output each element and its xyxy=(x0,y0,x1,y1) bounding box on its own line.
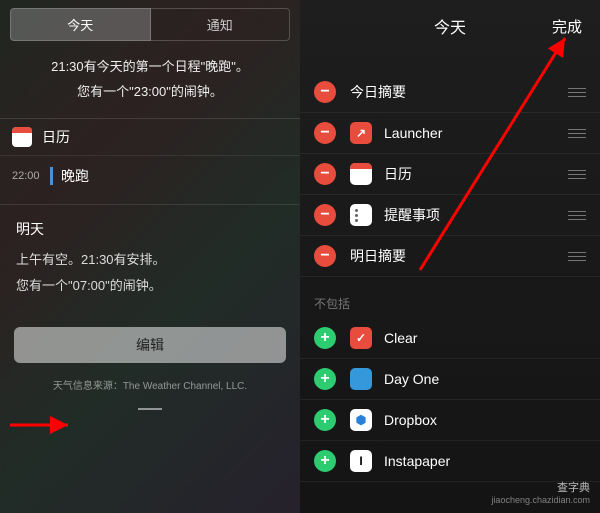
grab-handle[interactable] xyxy=(0,396,300,418)
widget-row: − 日历 xyxy=(300,154,600,195)
drag-handle-icon[interactable] xyxy=(566,170,586,179)
excluded-widgets-list: + ✓ Clear + Day One + ⬢ Dropbox + I xyxy=(300,318,600,482)
minus-icon: − xyxy=(320,207,329,223)
plus-icon: + xyxy=(320,453,329,469)
today-tabs: 今天 通知 xyxy=(0,0,300,41)
drag-handle-icon[interactable] xyxy=(566,88,586,97)
tomorrow-title: 明天 xyxy=(16,215,284,243)
widget-row: − 提醒事项 xyxy=(300,195,600,236)
remove-button[interactable]: − xyxy=(314,122,336,144)
add-button[interactable]: + xyxy=(314,368,336,390)
widget-label: Instapaper xyxy=(384,453,586,469)
widget-label: 明日摘要 xyxy=(350,246,566,266)
tab-today[interactable]: 今天 xyxy=(10,8,151,41)
plus-icon: + xyxy=(320,330,329,346)
widget-row: − ↗ Launcher xyxy=(300,113,600,154)
widget-label: Dropbox xyxy=(384,412,586,428)
widget-label: Clear xyxy=(384,330,586,346)
watermark-main: 查字典 xyxy=(491,481,590,495)
drag-handle-icon[interactable] xyxy=(566,211,586,220)
summary-line-2: 您有一个"23:00"的闹钟。 xyxy=(16,80,284,105)
widget-row: + I Instapaper xyxy=(300,441,600,482)
widget-label: Day One xyxy=(384,371,586,387)
minus-icon: − xyxy=(320,84,329,100)
event-color-bar xyxy=(50,167,53,185)
plus-icon: + xyxy=(320,371,329,387)
edit-button[interactable]: 编辑 xyxy=(14,327,286,363)
instapaper-app-icon: I xyxy=(350,450,372,472)
remove-button[interactable]: − xyxy=(314,245,336,267)
widget-row: + ⬢ Dropbox xyxy=(300,400,600,441)
event-time: 22:00 xyxy=(12,170,50,182)
summary-line-1: 21:30有今天的第一个日程"晚跑"。 xyxy=(16,55,284,80)
clear-app-icon: ✓ xyxy=(350,327,372,349)
add-button[interactable]: + xyxy=(314,327,336,349)
drag-handle-icon[interactable] xyxy=(566,252,586,261)
watermark: 查字典 jiaocheng.chazidian.com xyxy=(491,481,590,507)
today-summary: 21:30有今天的第一个日程"晚跑"。 您有一个"23:00"的闹钟。 xyxy=(0,41,300,118)
tomorrow-summary: 明天 上午有空。21:30有安排。 您有一个"07:00"的闹钟。 xyxy=(0,204,300,309)
tomorrow-line-1: 上午有空。21:30有安排。 xyxy=(16,247,284,273)
widget-row: + ✓ Clear xyxy=(300,318,600,359)
dayone-app-icon xyxy=(350,368,372,390)
dropbox-app-icon: ⬢ xyxy=(350,409,372,431)
launcher-app-icon: ↗ xyxy=(350,122,372,144)
tomorrow-line-2: 您有一个"07:00"的闹钟。 xyxy=(16,273,284,299)
calendar-widget-header: 日历 xyxy=(0,118,300,156)
edit-nav-bar: 今天 完成 xyxy=(300,0,600,48)
done-button[interactable]: 完成 xyxy=(552,16,582,37)
remove-button[interactable]: − xyxy=(314,81,336,103)
add-button[interactable]: + xyxy=(314,409,336,431)
minus-icon: − xyxy=(320,166,329,182)
weather-credit: 天气信息来源：The Weather Channel, LLC. xyxy=(0,369,300,396)
calendar-app-icon xyxy=(350,163,372,185)
minus-icon: − xyxy=(320,125,329,141)
drag-handle-icon[interactable] xyxy=(566,129,586,138)
plus-icon: + xyxy=(320,412,329,428)
calendar-icon xyxy=(12,127,32,147)
included-widgets-list: − 今日摘要 − ↗ Launcher − 日历 − xyxy=(300,72,600,277)
calendar-event[interactable]: 22:00 晚跑 xyxy=(0,156,300,204)
widget-label: 提醒事项 xyxy=(384,205,566,225)
watermark-sub: jiaocheng.chazidian.com xyxy=(491,495,590,507)
widget-label: 今日摘要 xyxy=(350,82,566,102)
widget-row: − 明日摘要 xyxy=(300,236,600,277)
minus-icon: − xyxy=(320,248,329,264)
add-button[interactable]: + xyxy=(314,450,336,472)
remove-button[interactable]: − xyxy=(314,204,336,226)
event-title: 晚跑 xyxy=(61,166,89,186)
widget-label: Launcher xyxy=(384,125,566,141)
reminders-app-icon xyxy=(350,204,372,226)
calendar-widget-title: 日历 xyxy=(42,127,70,147)
widget-row: + Day One xyxy=(300,359,600,400)
excluded-section-header: 不包括 xyxy=(300,277,600,318)
remove-button[interactable]: − xyxy=(314,163,336,185)
nav-title: 今天 xyxy=(434,14,466,38)
widget-row: − 今日摘要 xyxy=(300,72,600,113)
widget-label: 日历 xyxy=(384,164,566,184)
tab-notifications[interactable]: 通知 xyxy=(151,8,291,41)
